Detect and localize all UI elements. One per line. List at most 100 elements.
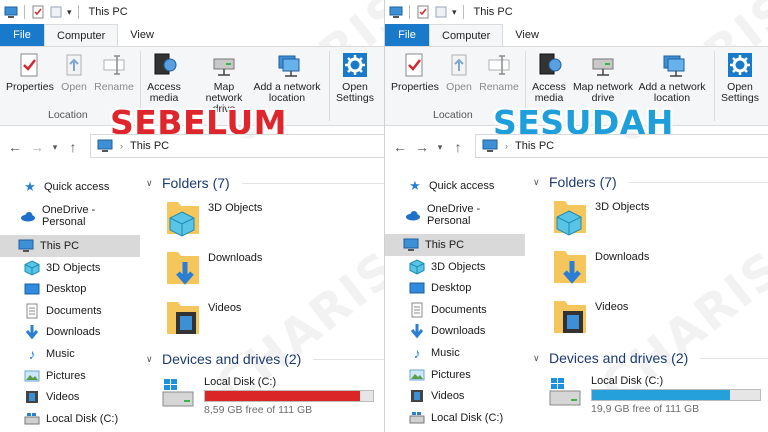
nav-downloads[interactable]: Downloads [385,321,525,343]
nav-quick-access[interactable]: ★ Quick access [0,176,140,198]
breadcrumb-this-pc[interactable]: This PC [515,140,554,152]
rename-button[interactable]: Rename [479,51,519,93]
nav-pictures[interactable]: Pictures [0,365,140,387]
computer-icon [97,139,113,152]
folders-section-header[interactable]: ∨ Folders (7) [146,170,384,196]
open-settings-button[interactable]: Open Settings [718,51,762,104]
collapse-chevron-icon[interactable]: ∨ [146,178,156,189]
open-button[interactable]: Open [442,51,476,93]
nav-this-pc[interactable]: This PC [0,235,140,257]
access-media-button[interactable]: Access media [529,51,569,104]
tab-file[interactable]: File [385,24,429,46]
nav-downloads[interactable]: Downloads [0,322,140,344]
nav-music[interactable]: ♪ Music [385,342,525,364]
open-button[interactable]: Open [57,51,91,93]
nav-local-disk[interactable]: Local Disk (C:) [0,408,140,430]
up-arrow-icon[interactable]: ↑ [447,136,469,158]
back-arrow-icon[interactable]: ← [4,136,26,158]
devices-section-header[interactable]: ∨ Devices and drives (2) [533,345,768,371]
folder-item[interactable]: Downloads [146,246,384,296]
desktop-icon [409,282,425,294]
nav-documents[interactable]: Documents [0,300,140,322]
nav-videos[interactable]: Videos [0,386,140,408]
download-arrow-icon [25,325,39,340]
collapse-chevron-icon[interactable]: ∨ [533,353,543,364]
drive-item[interactable]: Local Disk (C:) 19,9 GB free of 111 GB [533,375,768,415]
document-icon [26,303,38,319]
tab-view[interactable]: View [118,24,166,46]
nav-desktop[interactable]: Desktop [0,278,140,300]
divider [241,182,384,184]
divider [77,5,79,19]
folder-item[interactable]: 3D Objects [533,195,768,245]
nav-local-disk[interactable]: Local Disk (C:) [385,407,525,429]
nav-this-pc[interactable]: This PC [385,234,525,256]
nav-documents[interactable]: Documents [385,299,525,321]
collapse-chevron-icon[interactable]: ∨ [533,177,543,188]
new-folder-icon[interactable] [49,5,63,19]
rename-label: Rename [94,81,134,93]
rename-button[interactable]: Rename [94,51,134,93]
tab-computer[interactable]: Computer [429,24,504,46]
recent-locations-chevron-icon[interactable]: ▾ [48,136,62,158]
drive-usage-fill [205,391,361,401]
folders-header-label: Folders (7) [549,174,617,190]
collapse-chevron-icon[interactable]: ∨ [146,354,156,365]
folder-item[interactable]: 3D Objects [146,196,384,246]
properties-check-icon[interactable] [31,5,45,19]
folders-section-header[interactable]: ∨ Folders (7) [533,169,768,195]
videos-folder-icon [554,301,586,333]
up-arrow-icon[interactable]: ↑ [62,136,84,158]
window-title: This PC [88,6,128,18]
properties-label: Properties [6,81,54,93]
forward-arrow-icon[interactable]: → [411,136,433,158]
add-network-location-button[interactable]: Add a network location [252,51,322,104]
explorer-window-after: CHARIS CHARIS ▾ This PC File Computer Vi… [384,0,768,432]
access-media-button[interactable]: Access media [144,51,184,104]
properties-button[interactable]: Properties [391,51,439,93]
nav-3d-objects[interactable]: 3D Objects [385,256,525,278]
folder-item[interactable]: Videos [533,295,768,345]
desktop-icon [24,283,40,295]
folder-item[interactable]: Videos [146,296,384,346]
open-settings-button[interactable]: Open Settings [333,51,377,104]
folder-item[interactable]: Downloads [533,245,768,295]
breadcrumb-chevron-icon[interactable]: › [120,141,123,151]
computer-icon [403,238,419,251]
customize-toolbar-chevron-icon[interactable]: ▾ [452,7,457,18]
nav-onedrive[interactable]: OneDrive - Personal [385,203,525,227]
folders-header-label: Folders (7) [162,175,230,191]
recent-locations-chevron-icon[interactable]: ▾ [433,136,447,158]
address-bar[interactable]: › This PC [90,134,384,158]
nav-pictures[interactable]: Pictures [385,364,525,386]
forward-arrow-icon[interactable]: → [26,136,48,158]
map-network-drive-button[interactable]: Map network drive [571,51,635,104]
cube-icon [24,260,40,276]
nav-onedrive[interactable]: OneDrive - Personal [0,204,140,229]
properties-check-icon[interactable] [416,5,430,19]
customize-toolbar-chevron-icon[interactable]: ▾ [67,7,72,18]
drive-name: Local Disk (C:) [591,375,664,387]
nav-desktop[interactable]: Desktop [385,277,525,299]
breadcrumb-this-pc[interactable]: This PC [130,140,169,152]
nav-videos[interactable]: Videos [385,385,525,407]
add-network-location-button[interactable]: Add a network location [637,51,707,104]
drive-item[interactable]: Local Disk (C:) 8,59 GB free of 111 GB [146,376,384,416]
folder-name: Downloads [208,252,263,264]
tab-file[interactable]: File [0,24,44,46]
nav-3d-objects[interactable]: 3D Objects [0,257,140,279]
folder-name: Videos [208,302,242,314]
nav-label: OneDrive - Personal [42,204,96,229]
nav-quick-access[interactable]: ★ Quick access [385,175,525,197]
address-bar[interactable]: › This PC [475,134,768,158]
nav-music[interactable]: ♪ Music [0,343,140,365]
tab-computer[interactable]: Computer [44,24,119,46]
tab-view[interactable]: View [503,24,551,46]
downloads-folder-icon [554,251,586,284]
devices-section-header[interactable]: ∨ Devices and drives (2) [146,346,384,372]
breadcrumb-chevron-icon[interactable]: › [505,141,508,151]
properties-button[interactable]: Properties [6,51,54,93]
new-folder-icon[interactable] [434,5,448,19]
folder-name: Downloads [595,251,650,263]
back-arrow-icon[interactable]: ← [389,136,411,158]
